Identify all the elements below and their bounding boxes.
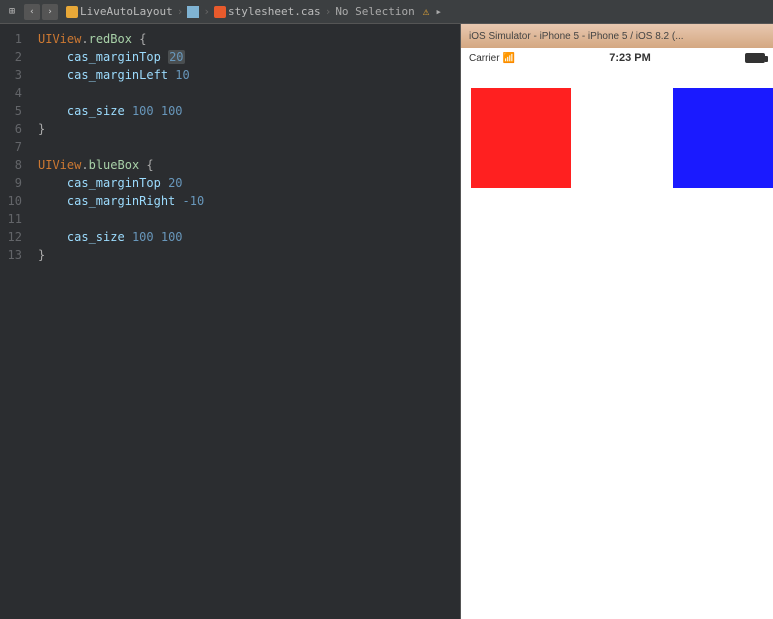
battery-icon bbox=[745, 53, 765, 63]
nav-back-button[interactable]: ‹ bbox=[24, 4, 40, 20]
breadcrumb-sep-1: › bbox=[177, 5, 184, 18]
folder-icon bbox=[187, 6, 199, 18]
no-selection-label: No Selection bbox=[335, 5, 414, 18]
file-name[interactable]: stylesheet.cas bbox=[228, 5, 321, 18]
line-num: 7 bbox=[15, 138, 22, 156]
breadcrumb: LiveAutoLayout bbox=[66, 5, 173, 18]
line-num: 1 bbox=[15, 30, 22, 48]
dropdown-icon[interactable]: ▸ bbox=[435, 5, 442, 18]
blue-box bbox=[673, 88, 773, 188]
line-num: 11 bbox=[8, 210, 22, 228]
simulator-panel: iOS Simulator - iPhone 5 - iPhone 5 / iO… bbox=[460, 24, 773, 619]
nav-forward-button[interactable]: › bbox=[42, 4, 58, 20]
warning-icon: ⚠ bbox=[423, 5, 430, 18]
line-num: 10 bbox=[8, 192, 22, 210]
wifi-icon: 📶 bbox=[503, 53, 515, 64]
project-icon bbox=[66, 6, 78, 18]
sim-time: 7:23 PM bbox=[609, 52, 651, 64]
grid-icon[interactable]: ⊞ bbox=[4, 4, 20, 20]
code-area: 1 2 3 4 5 6 7 8 9 10 11 12 13 UIView.red… bbox=[0, 24, 460, 619]
line-num: 8 bbox=[15, 156, 22, 174]
simulator-title: iOS Simulator - iPhone 5 - iPhone 5 / iO… bbox=[469, 31, 684, 42]
line-num: 13 bbox=[8, 246, 22, 264]
breadcrumb-sep-2: › bbox=[203, 5, 210, 18]
nav-buttons: ‹ › bbox=[24, 4, 58, 20]
file-icon bbox=[214, 6, 226, 18]
line-num: 4 bbox=[15, 84, 22, 102]
red-box bbox=[471, 88, 571, 188]
simulator-title-bar: iOS Simulator - iPhone 5 - iPhone 5 / iO… bbox=[461, 24, 773, 48]
line-numbers: 1 2 3 4 5 6 7 8 9 10 11 12 13 bbox=[0, 24, 30, 619]
top-bar: ⊞ ‹ › LiveAutoLayout › › stylesheet.cas … bbox=[0, 0, 773, 24]
line-num: 2 bbox=[15, 48, 22, 66]
simulator-status-bar: Carrier 📶 7:23 PM bbox=[461, 48, 773, 68]
line-num: 12 bbox=[8, 228, 22, 246]
breadcrumb-folder bbox=[187, 6, 199, 18]
project-name[interactable]: LiveAutoLayout bbox=[80, 5, 173, 18]
breadcrumb-sep-3: › bbox=[325, 5, 332, 18]
main-layout: 1 2 3 4 5 6 7 8 9 10 11 12 13 UIView.red… bbox=[0, 24, 773, 619]
line-num: 3 bbox=[15, 66, 22, 84]
carrier-label: Carrier bbox=[469, 53, 500, 64]
line-num: 6 bbox=[15, 120, 22, 138]
breadcrumb-file: stylesheet.cas bbox=[214, 5, 321, 18]
simulator-content bbox=[461, 68, 773, 619]
carrier-info: Carrier 📶 bbox=[469, 53, 515, 64]
editor-panel: 1 2 3 4 5 6 7 8 9 10 11 12 13 UIView.red… bbox=[0, 24, 460, 619]
line-num: 5 bbox=[15, 102, 22, 120]
code-editor[interactable]: UIView.redBox { cas_marginTop 20 cas_mar… bbox=[30, 24, 460, 619]
line-num: 9 bbox=[15, 174, 22, 192]
